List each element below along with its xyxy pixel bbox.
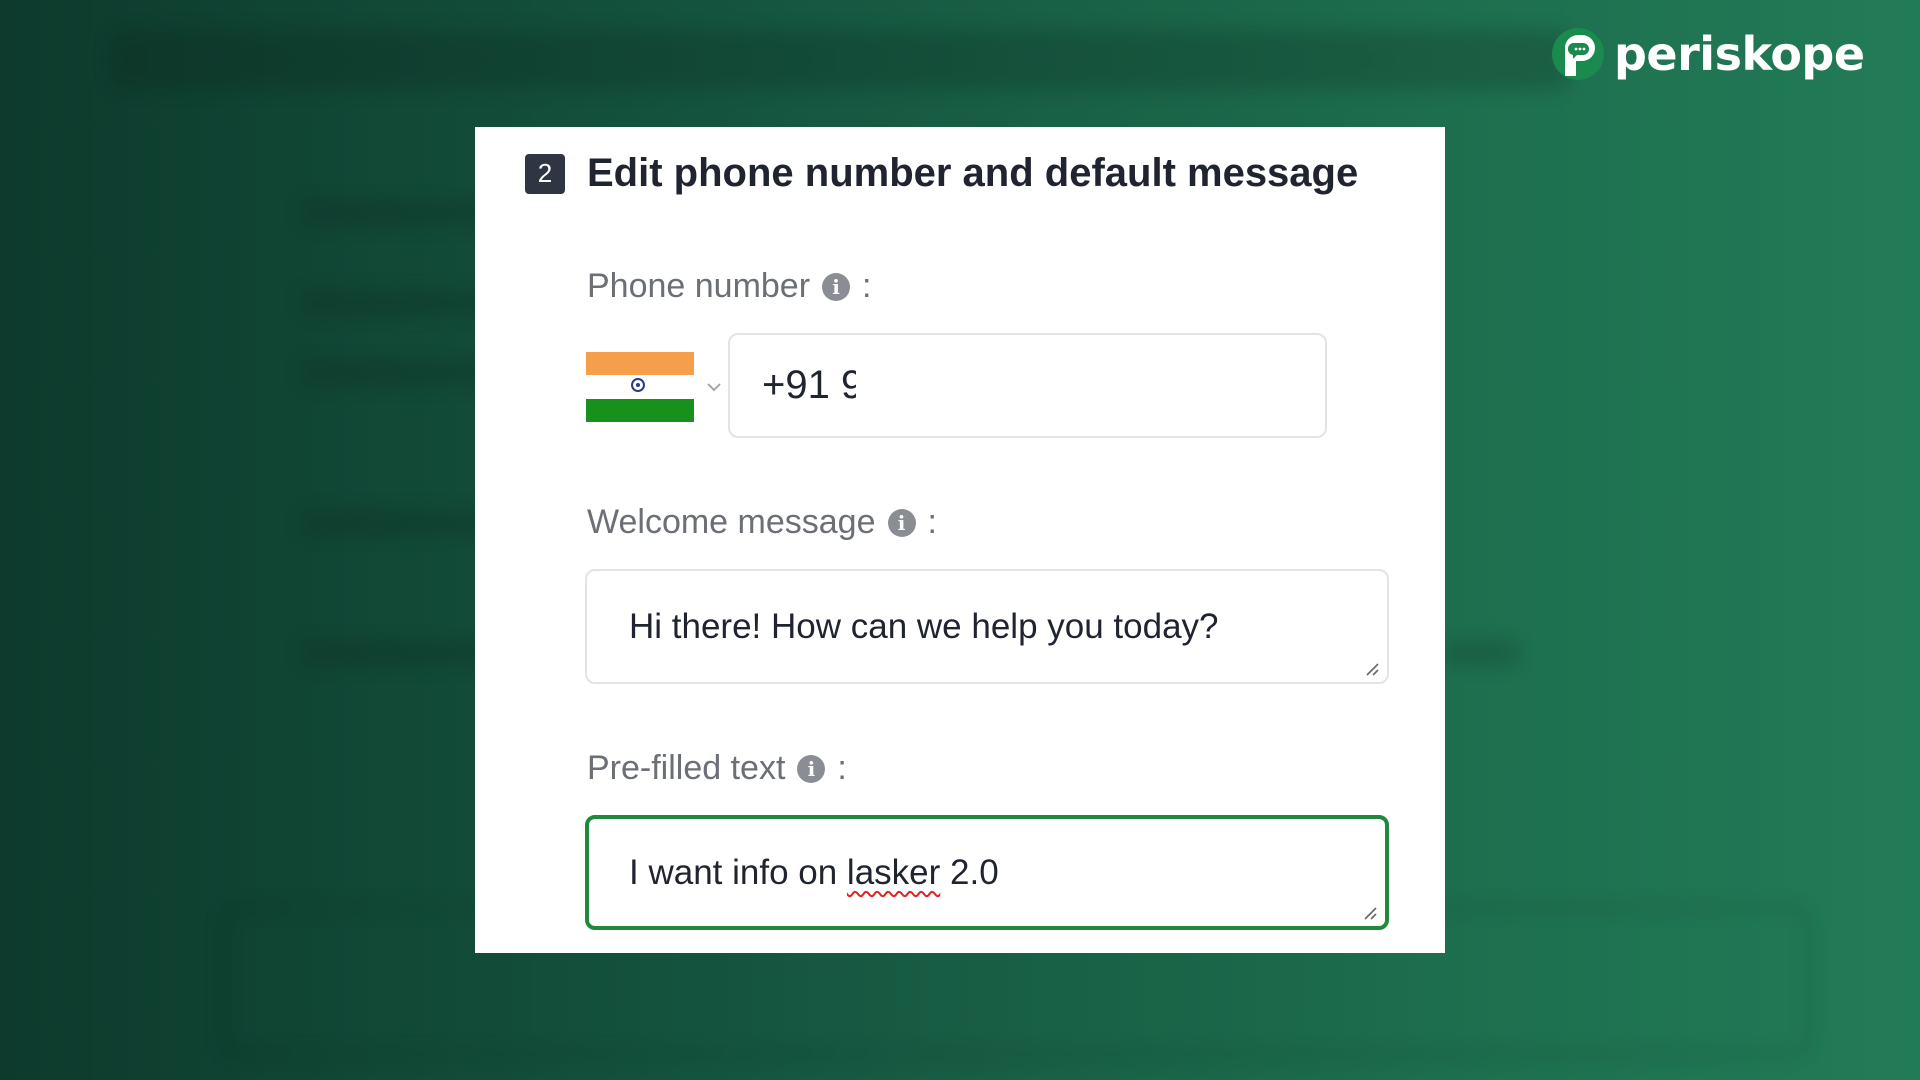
settings-card: 2 Edit phone number and default message … bbox=[475, 127, 1445, 953]
phone-number-colon: : bbox=[862, 267, 872, 305]
step-number-badge: 2 bbox=[525, 153, 565, 194]
prefilled-text-after: 2.0 bbox=[940, 852, 999, 892]
phone-number-value: +91 9 bbox=[762, 363, 856, 407]
misspelled-word: lasker bbox=[846, 852, 941, 892]
phone-number-input[interactable]: +91 9 bbox=[728, 333, 1327, 438]
resize-handle-icon[interactable] bbox=[1361, 904, 1377, 920]
brand-name: periskope bbox=[1614, 27, 1865, 81]
info-icon[interactable]: i bbox=[887, 508, 916, 537]
step-header: 2 Edit phone number and default message bbox=[525, 151, 1358, 196]
prefilled-text-colon: : bbox=[837, 749, 847, 787]
brand-logo: periskope bbox=[1550, 26, 1865, 82]
prefilled-text-textarea[interactable]: I want info on lasker 2.0 bbox=[585, 815, 1389, 930]
prefilled-text-value: I want info on lasker 2.0 bbox=[629, 853, 999, 893]
phone-number-label: Phone number i : bbox=[587, 267, 872, 306]
chevron-down-icon bbox=[707, 383, 721, 392]
info-icon[interactable]: i bbox=[797, 754, 826, 783]
welcome-message-value: Hi there! How can we help you today? bbox=[629, 606, 1219, 646]
screen: periskope 2 Edit phone number and defaul… bbox=[0, 0, 1920, 1080]
prefilled-text-before: I want info on bbox=[629, 852, 847, 892]
welcome-message-label: Welcome message i : bbox=[587, 503, 937, 542]
india-flag-icon bbox=[586, 352, 694, 422]
info-icon[interactable]: i bbox=[822, 272, 851, 301]
phone-number-label-text: Phone number bbox=[587, 267, 811, 305]
prefilled-text-label: Pre-filled text i : bbox=[587, 749, 847, 788]
step-title: Edit phone number and default message bbox=[587, 151, 1359, 195]
welcome-message-colon: : bbox=[927, 503, 937, 541]
welcome-message-textarea[interactable]: Hi there! How can we help you today? bbox=[585, 569, 1389, 684]
periskope-logo-icon bbox=[1552, 28, 1604, 80]
country-code-select[interactable] bbox=[586, 352, 722, 422]
prefilled-text-label-text: Pre-filled text bbox=[587, 749, 786, 787]
welcome-message-label-text: Welcome message bbox=[587, 503, 876, 541]
resize-handle-icon[interactable] bbox=[1363, 660, 1379, 676]
